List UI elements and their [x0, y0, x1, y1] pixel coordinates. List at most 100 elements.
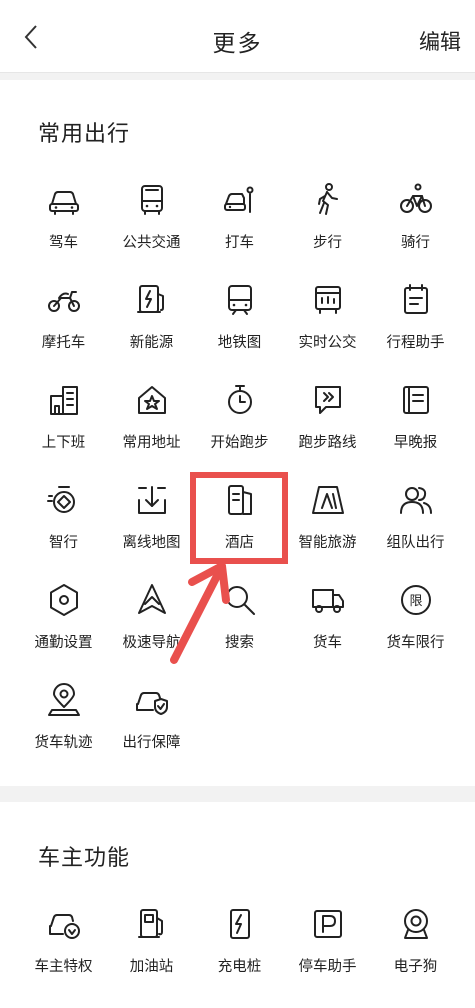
grid-item-smart-tour[interactable]: 智能旅游	[284, 474, 371, 574]
charging-pile-icon	[220, 904, 260, 944]
grid-item-location-track[interactable]: 货车轨迹	[20, 674, 107, 774]
grid-item-settings-hex[interactable]: 通勤设置	[20, 574, 107, 674]
subway-icon	[220, 280, 260, 320]
grid-item-label: 步行	[313, 235, 342, 251]
group-icon	[396, 480, 436, 520]
truck-limit-icon: 限	[396, 580, 436, 620]
grid-item-charging-pile[interactable]: 充电桩	[196, 898, 283, 998]
grid-item-walk[interactable]: 步行	[284, 174, 371, 274]
grid-item-smart-travel[interactable]: 智行	[20, 474, 107, 574]
camera-icon	[396, 904, 436, 944]
grid-item-commute[interactable]: 上下班	[20, 374, 107, 474]
grid-item-gas-station[interactable]: 加油站	[108, 898, 195, 998]
common-travel-section: 常用出行 驾车 公共交通 打车 步行 骑行摩托车 新能源 地铁图 实时公交 行程助手上下班 常用地…	[0, 80, 475, 786]
section-title: 车主功能	[38, 846, 131, 871]
grid-item-truck[interactable]: 货车	[284, 574, 371, 674]
edit-button[interactable]: 编辑	[419, 26, 461, 56]
grid-item-label: 行程助手	[386, 335, 445, 351]
realtime-bus-icon	[308, 280, 348, 320]
grid-item-label: 智行	[49, 535, 78, 551]
car-privilege-icon	[44, 904, 84, 944]
svg-text:限: 限	[409, 594, 422, 609]
grid-item-label: 货车轨迹	[34, 735, 93, 751]
running-route-icon	[308, 380, 348, 420]
grid-item-bus[interactable]: 公共交通	[108, 174, 195, 274]
grid-item-label: 新能源	[129, 335, 174, 351]
grid-item-label: 早晚报	[393, 435, 438, 451]
grid-item-label: 搜索	[225, 635, 254, 651]
grid-item-ev[interactable]: 新能源	[108, 274, 195, 374]
grid-item-hotel[interactable]: 酒店	[196, 474, 283, 574]
taxi-icon	[220, 180, 260, 220]
car-owner-section: 车主功能 车主特权 加油站 充电桩 停车助手 电子狗	[0, 802, 475, 1008]
grid-item-motorcycle[interactable]: 摩托车	[20, 274, 107, 374]
grid-item-search[interactable]: 搜索	[196, 574, 283, 674]
grid-item-label: 电子狗	[393, 959, 438, 975]
grid-item-label: 骑行	[401, 235, 430, 251]
grid-item-label: 跑步路线	[298, 435, 357, 451]
bike-icon	[396, 180, 436, 220]
grid-item-running-route[interactable]: 跑步路线	[284, 374, 371, 474]
grid-item-truck-limit[interactable]: 限货车限行	[372, 574, 459, 674]
section-title: 常用出行	[38, 122, 131, 147]
ev-icon	[132, 280, 172, 320]
grid-item-car[interactable]: 驾车	[20, 174, 107, 274]
grid-item-label: 车主特权	[34, 959, 93, 975]
grid-item-label: 通勤设置	[34, 635, 93, 651]
truck-icon	[308, 580, 348, 620]
grid-item-report[interactable]: 早晚报	[372, 374, 459, 474]
settings-hex-icon	[44, 580, 84, 620]
grid-item-realtime-bus[interactable]: 实时公交	[284, 274, 371, 374]
grid-item-label: 驾车	[49, 235, 78, 251]
top-bar: 更多 编辑	[0, 0, 475, 73]
commute-icon	[44, 380, 84, 420]
gas-station-icon	[132, 904, 172, 944]
grid-item-label: 停车助手	[298, 959, 357, 975]
grid-item-navigation[interactable]: 极速导航	[108, 574, 195, 674]
smart-travel-icon	[44, 480, 84, 520]
grid-item-camera[interactable]: 电子狗	[372, 898, 459, 998]
grid-item-label: 实时公交	[298, 335, 357, 351]
parking-icon	[308, 904, 348, 944]
grid-item-label: 离线地图	[122, 535, 181, 551]
grid-item-label: 公共交通	[122, 235, 181, 251]
walk-icon	[308, 180, 348, 220]
grid-item-label: 货车	[313, 635, 342, 651]
report-icon	[396, 380, 436, 420]
grid-item-car-shield[interactable]: 出行保障	[108, 674, 195, 774]
car-shield-icon	[132, 680, 172, 720]
trip-assistant-icon	[396, 280, 436, 320]
grid-item-label: 出行保障	[122, 735, 181, 751]
search-icon	[220, 580, 260, 620]
stopwatch-icon	[220, 380, 260, 420]
car-owner-grid: 车主特权 加油站 充电桩 停车助手 电子狗	[20, 898, 460, 998]
grid-item-taxi[interactable]: 打车	[196, 174, 283, 274]
grid-item-group[interactable]: 组队出行	[372, 474, 459, 574]
car-icon	[44, 180, 84, 220]
grid-item-trip-assistant[interactable]: 行程助手	[372, 274, 459, 374]
navigation-icon	[132, 580, 172, 620]
grid-item-label: 打车	[225, 235, 254, 251]
grid-item-home-star[interactable]: 常用地址	[108, 374, 195, 474]
grid-item-label: 货车限行	[386, 635, 445, 651]
grid-item-label: 加油站	[129, 959, 174, 975]
common-travel-grid: 驾车 公共交通 打车 步行 骑行摩托车 新能源 地铁图 实时公交 行程助手上下班 常用地址 开始跑步…	[20, 174, 460, 774]
grid-item-label: 常用地址	[122, 435, 181, 451]
grid-item-label: 摩托车	[41, 335, 86, 351]
hotel-icon	[220, 480, 260, 520]
smart-tour-icon	[308, 480, 348, 520]
grid-item-label: 地铁图	[217, 335, 262, 351]
bus-icon	[132, 180, 172, 220]
grid-item-label: 组队出行	[386, 535, 445, 551]
grid-item-parking[interactable]: 停车助手	[284, 898, 371, 998]
grid-item-label: 极速导航	[122, 635, 181, 651]
grid-item-subway[interactable]: 地铁图	[196, 274, 283, 374]
grid-item-bike[interactable]: 骑行	[372, 174, 459, 274]
grid-item-download[interactable]: 离线地图	[108, 474, 195, 574]
location-track-icon	[44, 680, 84, 720]
home-star-icon	[132, 380, 172, 420]
grid-item-car-privilege[interactable]: 车主特权	[20, 898, 107, 998]
motorcycle-icon	[44, 280, 84, 320]
grid-item-label: 充电桩	[217, 959, 262, 975]
grid-item-stopwatch[interactable]: 开始跑步	[196, 374, 283, 474]
